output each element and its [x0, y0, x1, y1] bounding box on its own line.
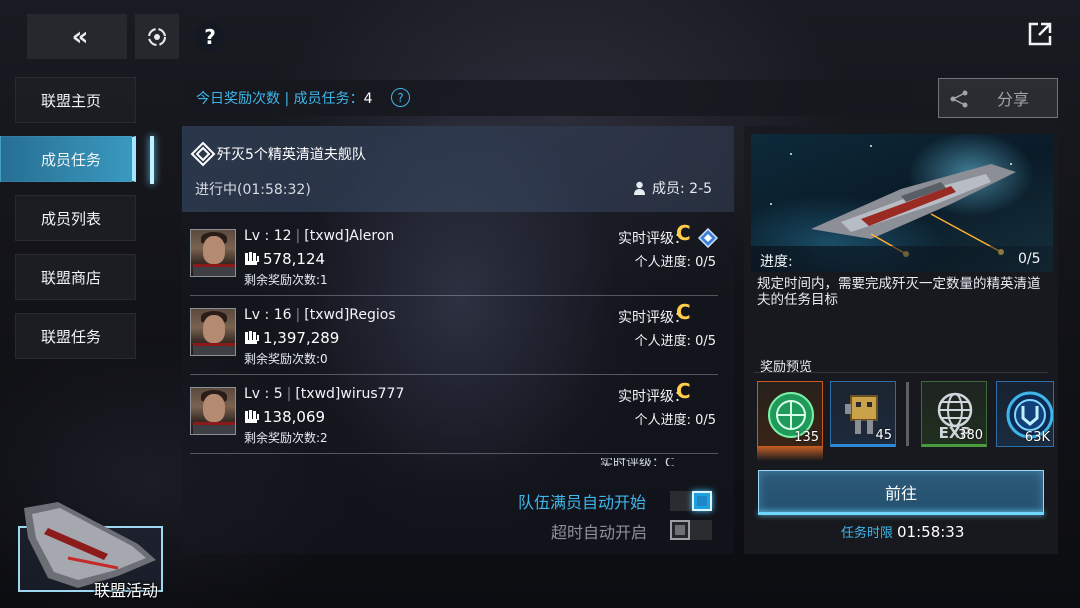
mission-description: 规定时间内，需要完成歼灭一定数量的精英清道夫的任务目标 — [757, 276, 1041, 308]
mission-rank-icon — [190, 141, 216, 167]
active-tab-indicator — [150, 136, 154, 184]
partial-member-row: 实时评级：C — [600, 458, 718, 466]
fist-icon — [245, 252, 259, 265]
member-name: [txwd]Regios — [304, 307, 396, 323]
external-link-button[interactable] — [1026, 20, 1054, 48]
sidebar-item-member-missions[interactable]: 成员任务 — [0, 136, 136, 182]
partial-row-text: 实时评级：C — [600, 458, 675, 466]
external-link-icon — [1028, 22, 1052, 46]
daily-reward-count: 今日奖励次数 | 成员任务：4 — [196, 88, 373, 108]
locate-button[interactable] — [135, 14, 179, 59]
alliance-event-label: 联盟活动 — [94, 581, 159, 600]
sidebar-item-alliance-missions[interactable]: 联盟任务 — [15, 313, 136, 359]
member-remaining-rewards: 剩余奖励次数:2 — [244, 431, 328, 445]
fist-icon — [245, 410, 259, 423]
member-level: Lv : 16 — [244, 307, 292, 323]
time-limit-value: 01:58:33 — [897, 523, 965, 541]
member-name: [txwd]Aleron — [304, 228, 395, 244]
reward-count: 135 — [794, 430, 819, 445]
auto-start-timeout-label: 超时自动开启 — [551, 523, 648, 542]
double-chevron-left-icon: « — [71, 21, 89, 52]
question-icon: ? — [204, 25, 216, 49]
member-remaining-rewards: 剩余奖励次数:0 — [244, 352, 328, 366]
fist-icon — [245, 331, 259, 344]
progress-label: 进度: — [760, 254, 793, 270]
reward-item[interactable]: 45 — [830, 381, 896, 447]
sidebar-item-label: 成员列表 — [41, 209, 102, 228]
avatar — [190, 308, 236, 356]
member-row[interactable]: Lv : 5 | [txwd]wirus777 138,069 剩余奖励次数:2 实… — [190, 376, 718, 454]
member-row[interactable]: Lv : 16 | [txwd]Regios 1,397,289 剩余奖励次数:0 … — [190, 297, 718, 375]
reward-highlight — [757, 447, 823, 461]
member-power-value: 578,124 — [263, 250, 326, 268]
grade-value: C — [676, 221, 691, 245]
auto-start-timeout-toggle[interactable] — [670, 520, 712, 540]
member-progress: 个人进度: 0/5 — [634, 413, 716, 428]
toggle-knob — [670, 520, 690, 540]
divider — [754, 372, 1048, 373]
member-level-name: Lv : 5 | [txwd]wirus777 — [244, 386, 405, 402]
grade-value: C — [676, 300, 691, 324]
reward-count: 380 — [958, 428, 983, 443]
share-button[interactable]: 分享 — [938, 78, 1058, 118]
reward-count: 45 — [875, 428, 892, 443]
sidebar-item-label: 联盟商店 — [41, 268, 102, 287]
member-power: 138,069 — [244, 408, 325, 426]
avatar — [190, 387, 236, 435]
daily-reward-label: 今日奖励次数 | 成员任务： — [196, 91, 364, 107]
sidebar-item-member-list[interactable]: 成员列表 — [15, 195, 136, 241]
go-button-label: 前往 — [884, 484, 917, 503]
mission-status: 进行中(01:58:32) — [195, 182, 311, 198]
mission-progress-bar — [751, 246, 1053, 272]
sidebar-item-alliance-shop[interactable]: 联盟商店 — [15, 254, 136, 300]
toggle-knob — [692, 491, 712, 511]
member-progress: 个人进度: 0/5 — [634, 255, 716, 270]
member-power: 578,124 — [244, 250, 325, 268]
reward-count: 63K — [1024, 430, 1050, 445]
sidebar-item-label: 联盟任务 — [41, 327, 102, 346]
member-count-label: 成员: 2-5 — [652, 181, 713, 197]
sidebar-item-label: 联盟主页 — [41, 91, 102, 110]
sidebar-item-alliance-home[interactable]: 联盟主页 — [15, 77, 136, 123]
grade-value: C — [676, 379, 691, 403]
member-power-value: 138,069 — [263, 408, 326, 426]
member-name: [txwd]wirus777 — [295, 386, 405, 402]
member-level: Lv : 5 — [244, 386, 283, 402]
member-remaining-rewards: 剩余奖励次数:1 — [244, 273, 328, 287]
mission-time-limit: 任务时限 01:58:33 — [841, 522, 964, 541]
member-progress: 个人进度: 0/5 — [634, 334, 716, 349]
auto-start-full-toggle[interactable] — [670, 491, 712, 511]
member-level: Lv : 12 — [244, 228, 292, 244]
mission-title: 歼灭5个精英清道夫舰队 — [217, 147, 366, 163]
member-level-name: Lv : 12 | [txwd]Aleron — [244, 228, 395, 244]
question-icon: ? — [397, 90, 404, 105]
go-button[interactable]: 前往 — [758, 470, 1044, 514]
member-power-value: 1,397,289 — [263, 329, 340, 347]
reward-item[interactable]: 63K — [996, 381, 1054, 447]
time-limit-label: 任务时限 — [841, 526, 894, 541]
avatar — [190, 229, 236, 277]
progress-value: 0/5 — [1018, 251, 1041, 267]
share-label: 分享 — [996, 90, 1029, 109]
member-level-name: Lv : 16 | [txwd]Regios — [244, 307, 396, 323]
sidebar-item-label: 成员任务 — [41, 150, 102, 169]
back-button[interactable]: « — [27, 14, 127, 59]
go-button-underline — [758, 512, 1044, 515]
daily-reward-value: 4 — [363, 91, 373, 107]
auto-start-full-label: 队伍满员自动开始 — [518, 493, 647, 512]
share-icon — [950, 90, 968, 108]
help-button[interactable]: ? — [195, 22, 225, 52]
member-row[interactable]: Lv : 12 | [txwd]Aleron 578,124 剩余奖励次数:1 实时… — [190, 218, 718, 296]
reward-help-button[interactable]: ? — [391, 88, 410, 107]
reward-separator — [906, 382, 909, 446]
member-count: 成员: 2-5 — [633, 178, 712, 198]
member-power: 1,397,289 — [244, 329, 339, 347]
reward-item[interactable]: 135 — [757, 381, 823, 447]
mission-header — [182, 126, 734, 212]
person-icon — [634, 181, 645, 195]
reward-item[interactable]: EXP 380 — [921, 381, 987, 447]
target-icon — [148, 27, 166, 46]
rank-diamond-icon — [698, 228, 718, 248]
